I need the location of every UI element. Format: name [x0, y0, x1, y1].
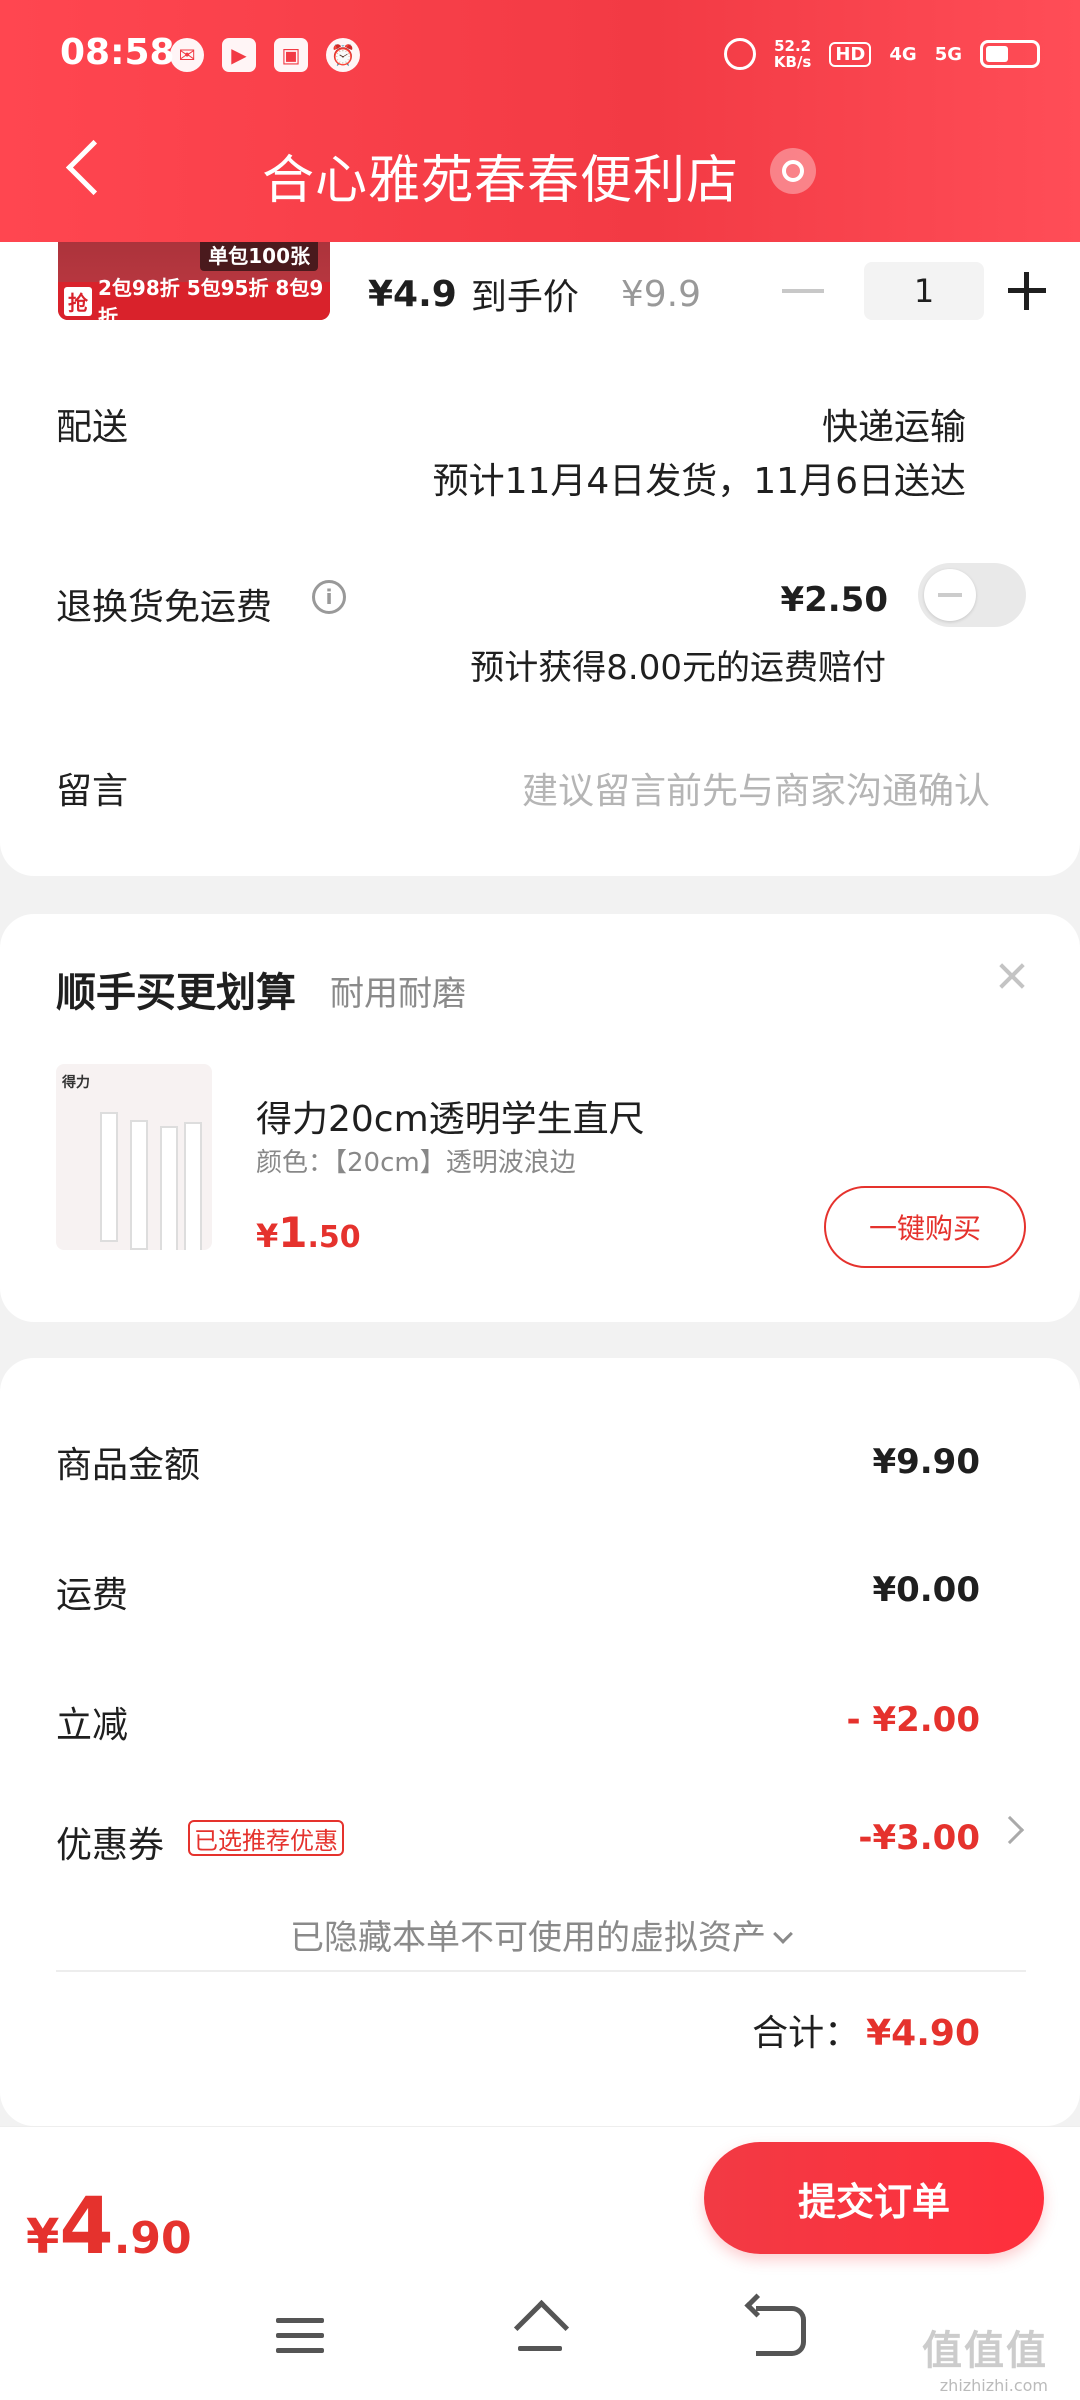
- message-label: 留言: [56, 771, 129, 812]
- header-bar: 08:58 ✉ ▶ ▣ ⏰ 52.2 KB/s HD 4G 5G 合心雅苑春春便…: [0, 0, 1080, 242]
- payable-amount: ¥ 4 .90: [26, 2182, 192, 2272]
- menu-icon[interactable]: [276, 2318, 324, 2354]
- one-click-buy-button[interactable]: 一键购买: [824, 1186, 1026, 1268]
- minus-icon[interactable]: [782, 289, 824, 293]
- thumb-promo-strip: 抢 2包98折 5包95折 8包9折: [58, 276, 330, 320]
- info-icon[interactable]: i: [312, 580, 346, 614]
- status-indicators: 52.2 KB/s HD 4G 5G: [723, 37, 1040, 71]
- recommend-item-name[interactable]: 得力20cm透明学生直尺: [256, 1090, 645, 1142]
- shipping-fee-value: ¥0.00: [872, 1570, 980, 1610]
- chevron-down-icon: [773, 1924, 793, 1944]
- thumb-bag-text: 单包100张: [200, 238, 318, 271]
- battery-icon: [980, 40, 1040, 68]
- thumb-promo-text: 2包98折 5包95折 8包9折: [98, 276, 324, 320]
- quantity-stepper: 1: [782, 262, 1046, 320]
- shipping-fee-label: 运费: [56, 1575, 129, 1616]
- delivery-method[interactable]: 快递运输: [822, 398, 966, 450]
- ruler-shape: [130, 1120, 148, 1250]
- return-insurance-note: 预计获得8.00元的运费赔付: [470, 648, 886, 688]
- status-time: 08:58: [60, 32, 175, 73]
- back-icon[interactable]: [756, 2306, 806, 2356]
- total-label: 合计：: [752, 2013, 861, 2054]
- video-app-icon: ▶: [222, 38, 256, 72]
- recommend-title: 顺手买更划算: [56, 970, 296, 1016]
- instant-discount-label: 立减: [56, 1705, 129, 1746]
- message-input[interactable]: 建议留言前先与商家沟通确认: [522, 762, 990, 814]
- coupon-value[interactable]: -¥3.00: [858, 1818, 980, 1858]
- home-icon[interactable]: [510, 2300, 570, 2360]
- original-price: ¥9.9: [620, 273, 701, 315]
- hidden-assets-toggle[interactable]: 已隐藏本单不可使用的虚拟资产: [0, 1910, 1080, 1959]
- return-insurance-label: 退换货免运费: [56, 587, 273, 628]
- submit-order-button[interactable]: 提交订单: [704, 2142, 1044, 2254]
- media-app-icon: ▣: [274, 38, 308, 72]
- hd-icon: HD: [829, 41, 872, 67]
- coupon-label: 优惠券: [56, 1825, 165, 1866]
- checkout-page: 08:58 ✉ ▶ ▣ ⏰ 52.2 KB/s HD 4G 5G 合心雅苑春春便…: [0, 0, 1080, 2400]
- goods-amount-value: ¥9.90: [872, 1442, 980, 1482]
- shop-title[interactable]: 合心雅苑春春便利店: [262, 138, 739, 213]
- signal-5g-icon: 5G: [934, 43, 962, 65]
- return-insurance-toggle[interactable]: [918, 563, 1026, 627]
- ruler-shape: [100, 1112, 118, 1242]
- goods-amount-label: 商品金额: [56, 1445, 201, 1486]
- plus-icon[interactable]: [1008, 272, 1046, 310]
- product-price-row: ¥4.9 到手价 ¥9.9: [368, 268, 701, 320]
- close-icon[interactable]: [996, 960, 1028, 992]
- delivery-label: 配送: [56, 407, 129, 448]
- divider: [56, 1970, 1026, 1972]
- wechat-icon: ✉: [170, 38, 204, 72]
- total-value: ¥4.90: [866, 2013, 980, 2054]
- delivery-eta: 预计11月4日发货，11月6日送达: [432, 461, 966, 502]
- location-pin-icon[interactable]: [770, 148, 816, 194]
- instant-discount-value: - ¥2.00: [846, 1700, 981, 1740]
- toggle-knob: [924, 569, 976, 621]
- ruler-product-image[interactable]: 得力: [56, 1064, 212, 1250]
- recommend-subtitle: 耐用耐磨: [330, 974, 466, 1014]
- signal-4g-icon: 4G: [889, 43, 917, 65]
- alarm-clock-icon: ⏰: [326, 38, 360, 72]
- status-bar: 08:58 ✉ ▶ ▣ ⏰ 52.2 KB/s HD 4G 5G: [0, 0, 1080, 120]
- return-insurance-price: ¥2.50: [780, 580, 888, 620]
- notification-icons: ✉ ▶ ▣ ⏰: [170, 38, 360, 72]
- coupon-badge: 已选推荐优惠: [188, 1820, 344, 1856]
- quantity-value[interactable]: 1: [864, 262, 984, 320]
- ruler-shape: [160, 1126, 178, 1250]
- watermark: 值值值 zhizhizhi.com: [922, 2328, 1048, 2395]
- final-price-label: 到手价: [470, 277, 579, 318]
- total-row: 合计： ¥4.90: [752, 2004, 980, 2056]
- back-arrow-icon[interactable]: [62, 138, 102, 198]
- recommend-item-spec: 颜色：【20cm】透明波浪边: [256, 1148, 576, 1178]
- alarm-icon: [723, 38, 756, 70]
- recommend-item-price: ¥ 1 .50: [256, 1208, 361, 1257]
- network-speed: 52.2 KB/s: [773, 37, 812, 71]
- ruler-shape: [184, 1122, 202, 1250]
- brand-logo: 得力: [62, 1075, 90, 1091]
- final-price: ¥4.9: [368, 273, 457, 315]
- thumb-promo-tag: 抢: [64, 286, 92, 316]
